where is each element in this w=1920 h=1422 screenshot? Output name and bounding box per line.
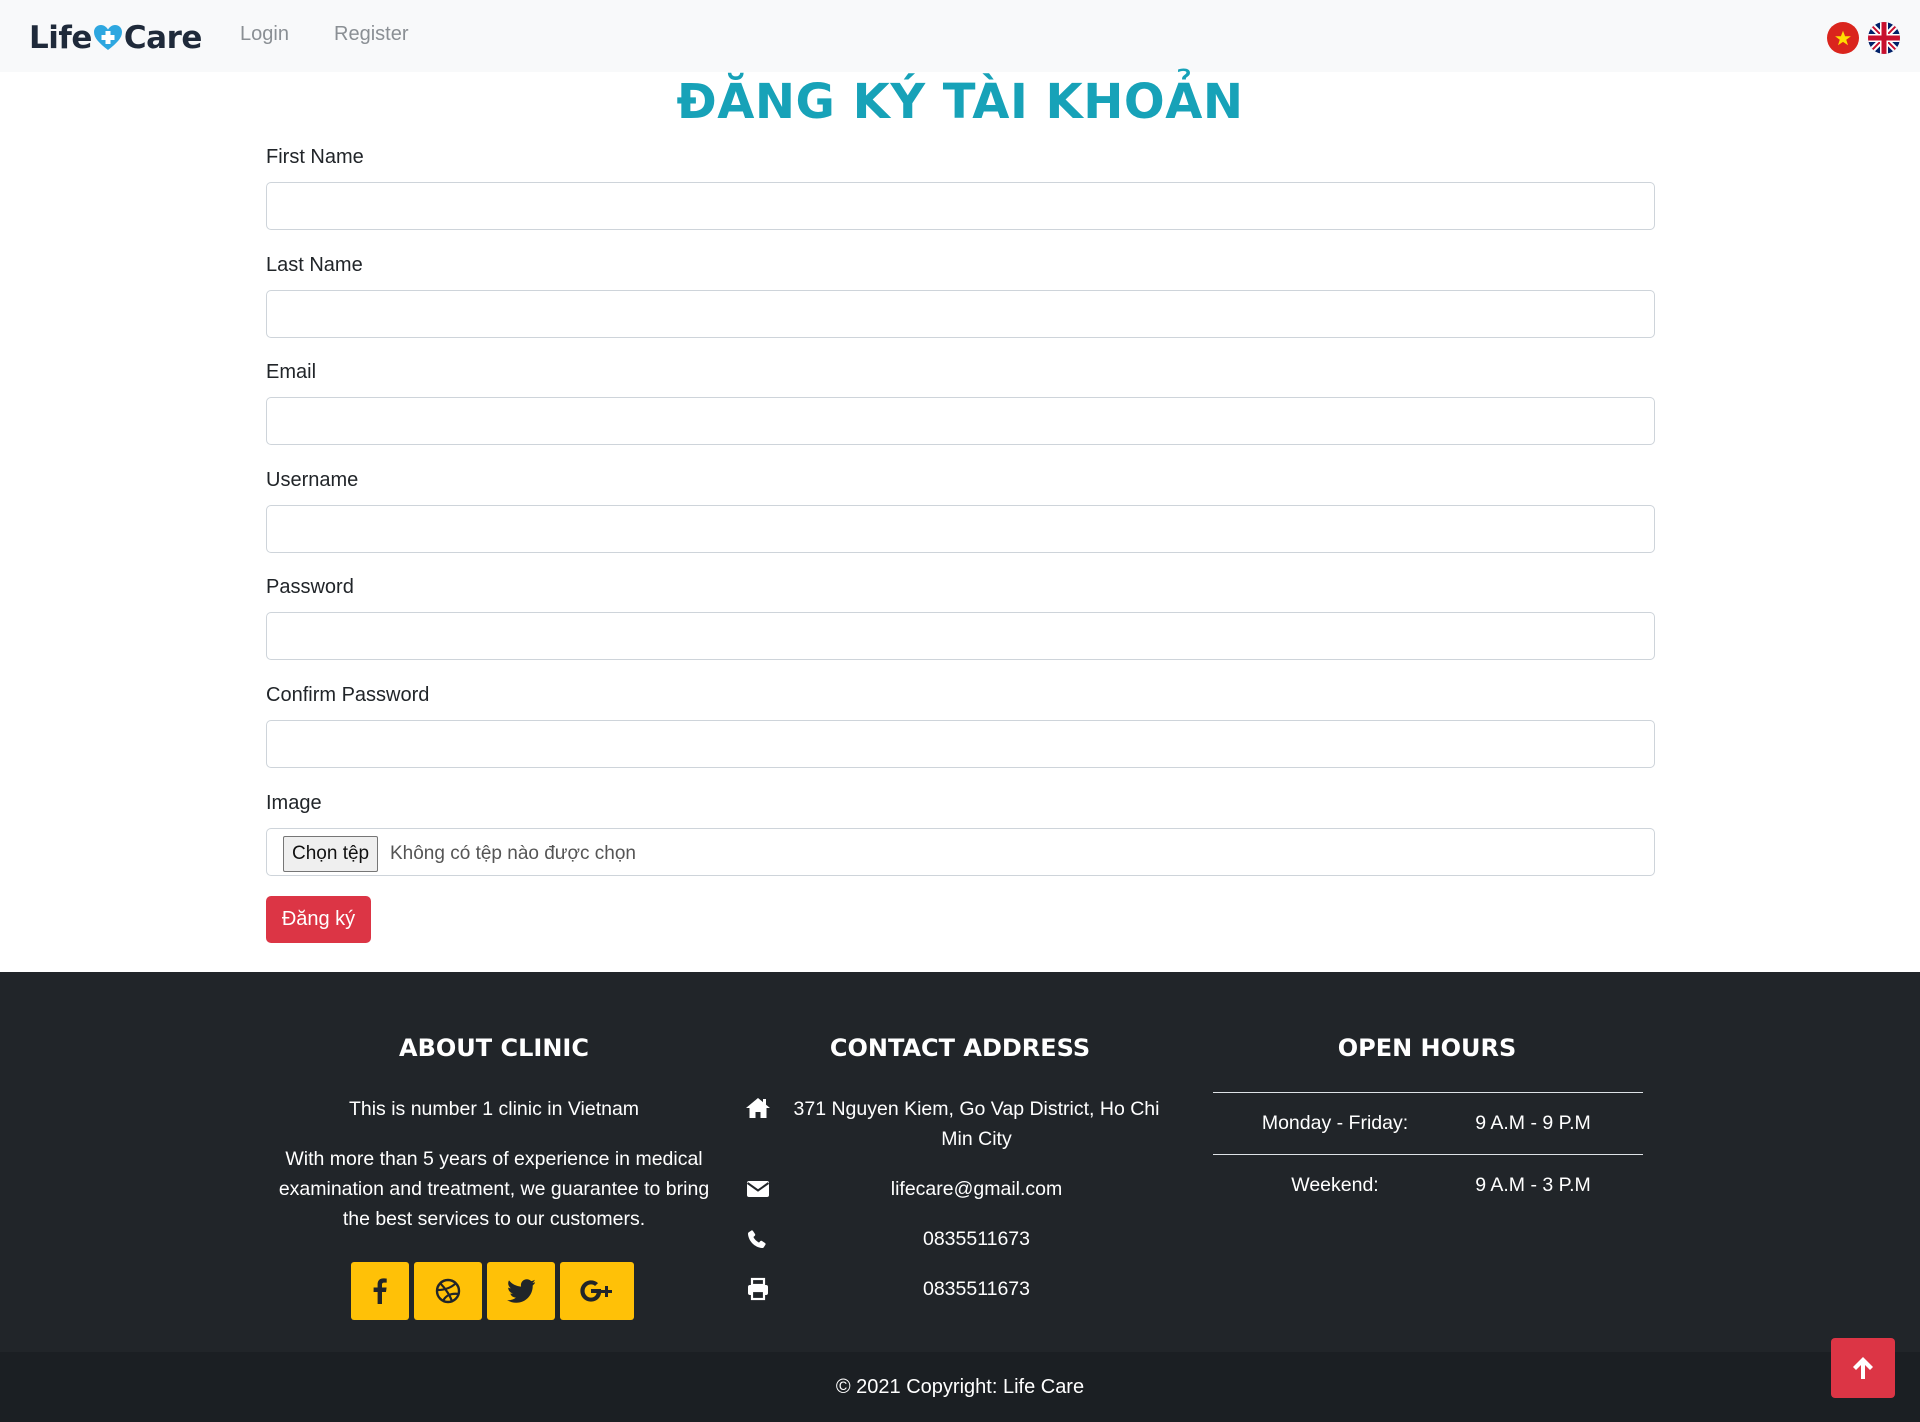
google-plus-icon [580, 1280, 612, 1302]
username-field[interactable] [266, 505, 1655, 553]
phone-icon [747, 1230, 766, 1249]
hours-row: Monday - Friday: 9 A.M - 9 P.M [1213, 1094, 1643, 1154]
about-clinic-title: ABOUT CLINIC [399, 1034, 589, 1062]
contact-phone-text: 0835511673 [922, 1228, 1030, 1250]
about-line-1: This is number 1 clinic in Vietnam [348, 1098, 640, 1120]
contact-address-text: 371 Nguyen Kiem, Go Vap District, Ho Chi… [793, 1098, 1160, 1150]
choose-file-button[interactable]: Chọn tệp [283, 836, 379, 872]
confirm-password-field[interactable] [266, 720, 1655, 768]
hours-day: Monday - Friday: [1261, 1112, 1409, 1134]
facebook-button[interactable] [351, 1262, 409, 1320]
hours-row: Weekend: 9 A.M - 3 P.M [1213, 1156, 1643, 1216]
username-label: Username [266, 469, 359, 491]
register-submit-button[interactable]: Đăng ký [266, 896, 371, 943]
twitter-button[interactable] [487, 1262, 555, 1320]
nav-login-link[interactable]: Login [240, 23, 289, 46]
dribbble-button[interactable] [414, 1262, 482, 1320]
file-status-text: Không có tệp nào được chọn [390, 843, 636, 864]
logo[interactable]: Life Care [29, 18, 202, 58]
google-plus-button[interactable] [560, 1262, 634, 1320]
last-name-label: Last Name [266, 254, 363, 276]
copyright-text: © 2021 Copyright: Life Care [835, 1376, 1085, 1398]
open-hours-title: OPEN HOURS [1337, 1034, 1517, 1062]
image-file-input[interactable]: Chọn tệp Không có tệp nào được chọn [266, 828, 1655, 876]
email-label: Email [266, 361, 317, 383]
page-title: ĐĂNG KÝ TÀI KHOẢN [676, 74, 1244, 130]
contact-address-title: CONTACT ADDRESS [829, 1034, 1091, 1062]
uk-flag-icon[interactable] [1868, 22, 1900, 54]
printer-icon [748, 1277, 768, 1301]
hours-divider [1213, 1092, 1643, 1093]
contact-email-text: lifecare@gmail.com [890, 1178, 1063, 1200]
contact-fax-text: 0835511673 [922, 1278, 1030, 1300]
nav-register-link[interactable]: Register [334, 23, 408, 46]
vietnamese-flag-icon[interactable] [1827, 22, 1859, 54]
copyright-bar: © 2021 Copyright: Life Care [0, 1352, 1920, 1422]
image-label: Image [266, 792, 322, 814]
first-name-field[interactable] [266, 182, 1655, 230]
logo-text-life: Life [29, 20, 92, 56]
about-line-2: With more than 5 years of experience in … [278, 1148, 710, 1230]
first-name-label: First Name [266, 146, 364, 168]
facebook-icon [373, 1278, 387, 1304]
logo-text-care: Care [123, 20, 202, 56]
twitter-icon [507, 1279, 535, 1303]
envelope-icon [746, 1181, 770, 1197]
hours-time: 9 A.M - 9 P.M [1475, 1112, 1591, 1134]
footer: ABOUT CLINIC This is number 1 clinic in … [0, 972, 1920, 1352]
password-label: Password [266, 576, 354, 598]
home-icon [746, 1098, 770, 1118]
hours-divider [1213, 1154, 1643, 1155]
dribbble-icon [435, 1278, 461, 1304]
email-field[interactable] [266, 397, 1655, 445]
hours-day: Weekend: [1291, 1174, 1379, 1196]
heart-plus-icon [93, 25, 122, 50]
arrow-up-icon [1853, 1357, 1873, 1379]
back-to-top-button[interactable] [1831, 1338, 1895, 1398]
hours-time: 9 A.M - 3 P.M [1475, 1174, 1591, 1196]
last-name-field[interactable] [266, 290, 1655, 338]
navbar: Life Care Login Register [0, 0, 1920, 72]
password-field[interactable] [266, 612, 1655, 660]
confirm-password-label: Confirm Password [266, 684, 430, 706]
